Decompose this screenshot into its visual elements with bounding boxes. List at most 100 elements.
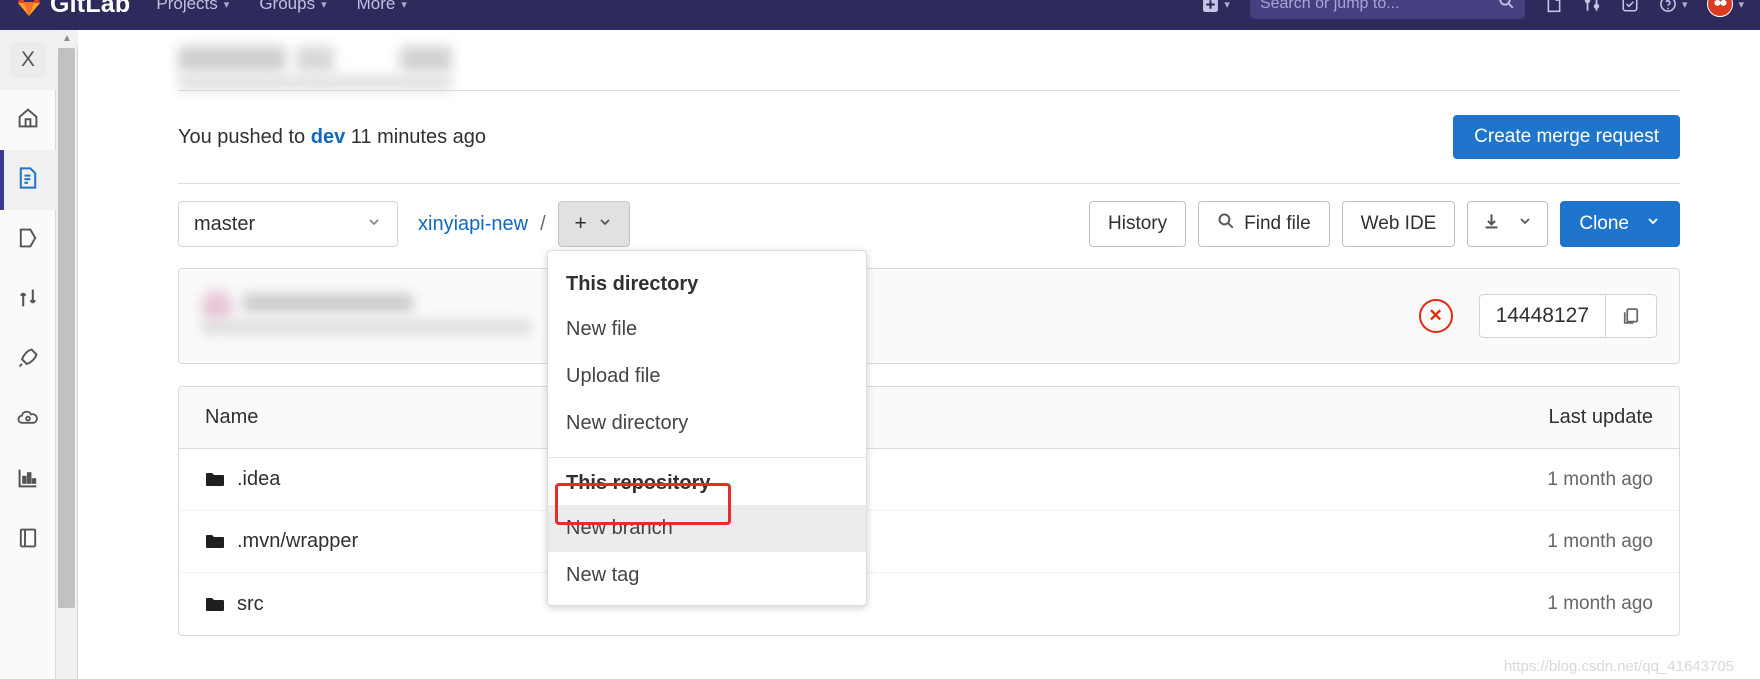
merge-requests-icon[interactable]	[1583, 0, 1601, 13]
nav-groups[interactable]: Groups ▾	[259, 0, 326, 14]
web-ide-button[interactable]: Web IDE	[1341, 201, 1456, 247]
chevron-down-icon: ▾	[223, 0, 230, 11]
nav-more[interactable]: More ▾	[357, 0, 407, 14]
search-icon	[1498, 0, 1515, 15]
create-merge-request-button[interactable]: Create merge request	[1453, 115, 1680, 159]
table-row[interactable]: .mvn/wrapper 1 month ago	[179, 511, 1679, 573]
nav-more-label: More	[356, 0, 396, 13]
repo-toolbar-actions: History Find file Web IDE Clone	[1089, 201, 1680, 247]
find-file-button[interactable]: Find file	[1198, 201, 1330, 247]
copy-icon[interactable]	[1605, 294, 1657, 338]
commit-sha-group: 14448127	[1478, 294, 1657, 338]
branch-selector[interactable]: master	[178, 201, 398, 247]
folder-icon	[205, 533, 225, 550]
rocket-icon	[16, 346, 40, 375]
page-root: GitLab Projects ▾ Groups ▾ More ▾ ▾ Sear…	[0, 0, 1760, 679]
push-branch-link[interactable]: dev	[311, 126, 345, 148]
breadcrumb-repo[interactable]: xinyiapi-new	[418, 213, 528, 236]
chevron-down-icon	[1645, 213, 1661, 235]
tanuki-icon	[16, 0, 42, 17]
push-message: You pushed to dev 11 minutes ago	[178, 126, 486, 149]
failed-circle-x-icon[interactable]: ✕	[1418, 299, 1453, 333]
add-to-repo-dropdown: This directory New file Upload file New …	[547, 250, 867, 606]
watermark-text: https://blog.csdn.net/qq_41643705	[1503, 658, 1734, 675]
menu-item-upload-file[interactable]: Upload file	[548, 353, 866, 400]
merge-request-icon	[16, 286, 40, 315]
avatar	[1707, 0, 1734, 17]
push-suffix: 11 minutes ago	[350, 125, 487, 148]
issues-icon[interactable]	[1545, 0, 1563, 13]
sidebar-item-ci-cd[interactable]	[0, 330, 56, 390]
file-name-cell[interactable]: src	[205, 593, 264, 616]
file-name: src	[237, 592, 264, 615]
breadcrumb-separator: /	[540, 212, 546, 235]
clone-button[interactable]: Clone	[1560, 201, 1680, 247]
top-navbar: GitLab Projects ▾ Groups ▾ More ▾ ▾ Sear…	[0, 0, 1760, 30]
sidebar-item-issues[interactable]	[0, 210, 56, 270]
chevron-down-icon	[597, 212, 613, 236]
scrollbar-thumb[interactable]	[58, 48, 75, 608]
book-icon	[16, 526, 40, 555]
chevron-down-icon: ▾	[1681, 0, 1688, 11]
table-row[interactable]: .idea 1 month ago	[179, 449, 1679, 511]
file-last-update: 1 month ago	[1547, 593, 1653, 614]
search-input[interactable]	[1259, 0, 1490, 13]
sidebar-item-deployments[interactable]	[0, 390, 56, 450]
sidebar-item-wiki[interactable]	[0, 510, 56, 570]
repository-icon	[16, 166, 40, 195]
commit-sha: 14448127	[1478, 294, 1605, 338]
user-menu[interactable]: ▾	[1707, 0, 1744, 17]
chevron-down-icon: ▾	[321, 0, 327, 11]
chevron-down-icon	[366, 213, 382, 236]
chevron-down-icon: ▾	[1738, 0, 1744, 11]
folder-icon	[205, 471, 225, 488]
history-button[interactable]: History	[1089, 201, 1187, 247]
project-avatar: X	[10, 42, 46, 78]
file-list-table: Name Last update .idea 1 month ago .mvn/…	[178, 386, 1680, 636]
file-last-update: 1 month ago	[1547, 468, 1653, 490]
nav-projects[interactable]: Projects ▾	[156, 0, 229, 14]
nav-groups-label: Groups	[259, 0, 316, 13]
table-row[interactable]: src 1 month ago	[179, 573, 1679, 635]
download-icon	[1482, 212, 1501, 237]
issues-icon	[16, 226, 40, 255]
menu-item-new-file[interactable]: New file	[548, 306, 866, 353]
chevron-down-icon: ▾	[401, 0, 407, 11]
search-icon	[1217, 212, 1235, 236]
download-source-button[interactable]	[1467, 201, 1549, 247]
sidebar-item-repository[interactable]	[0, 150, 56, 210]
nav-projects-label: Projects	[156, 0, 218, 13]
last-commit-card: ✕ 14448127	[178, 268, 1680, 364]
menu-item-new-branch[interactable]: New branch	[548, 505, 866, 552]
file-name: .idea	[237, 468, 281, 490]
repo-toolbar: master xinyiapi-new / + History Find fil…	[178, 184, 1680, 264]
sidebar-item-merge-requests[interactable]	[0, 270, 56, 330]
menu-item-new-tag[interactable]: New tag	[548, 552, 866, 599]
find-file-label: Find file	[1244, 213, 1311, 234]
sidebar-item-analytics[interactable]	[0, 450, 56, 510]
add-to-repo-button[interactable]: +	[557, 201, 630, 247]
cloud-gear-icon	[16, 406, 40, 435]
file-name-cell[interactable]: .idea	[205, 468, 280, 491]
sidebar-item-project-overview[interactable]	[0, 90, 56, 150]
plus-icon: +	[574, 212, 587, 235]
todos-icon[interactable]	[1621, 0, 1639, 13]
navbar-right: ▾ ▾ ▾	[1202, 0, 1744, 19]
scroll-up-arrow[interactable]: ▲	[56, 30, 78, 46]
file-name: .mvn/wrapper	[237, 530, 359, 552]
gitlab-logo[interactable]: GitLab	[16, 0, 130, 19]
push-activity-row: You pushed to dev 11 minutes ago Create …	[178, 91, 1680, 183]
dropdown-section-this-directory: This directory	[566, 273, 699, 295]
sidebar-item-project-avatar[interactable]: X	[0, 30, 56, 90]
push-prefix: You pushed to	[178, 125, 306, 148]
help-icon[interactable]: ▾	[1659, 0, 1688, 13]
menu-item-new-directory[interactable]: New directory	[548, 400, 866, 447]
left-sidebar: X	[0, 30, 56, 679]
search-box[interactable]	[1249, 0, 1525, 19]
clone-label: Clone	[1579, 213, 1629, 234]
home-icon	[16, 106, 40, 135]
main-content: You pushed to dev 11 minutes ago Create …	[78, 30, 1760, 679]
page-scrollbar[interactable]: ▲	[56, 30, 78, 679]
file-name-cell[interactable]: .mvn/wrapper	[205, 530, 358, 553]
new-item-button[interactable]: ▾	[1202, 0, 1230, 13]
